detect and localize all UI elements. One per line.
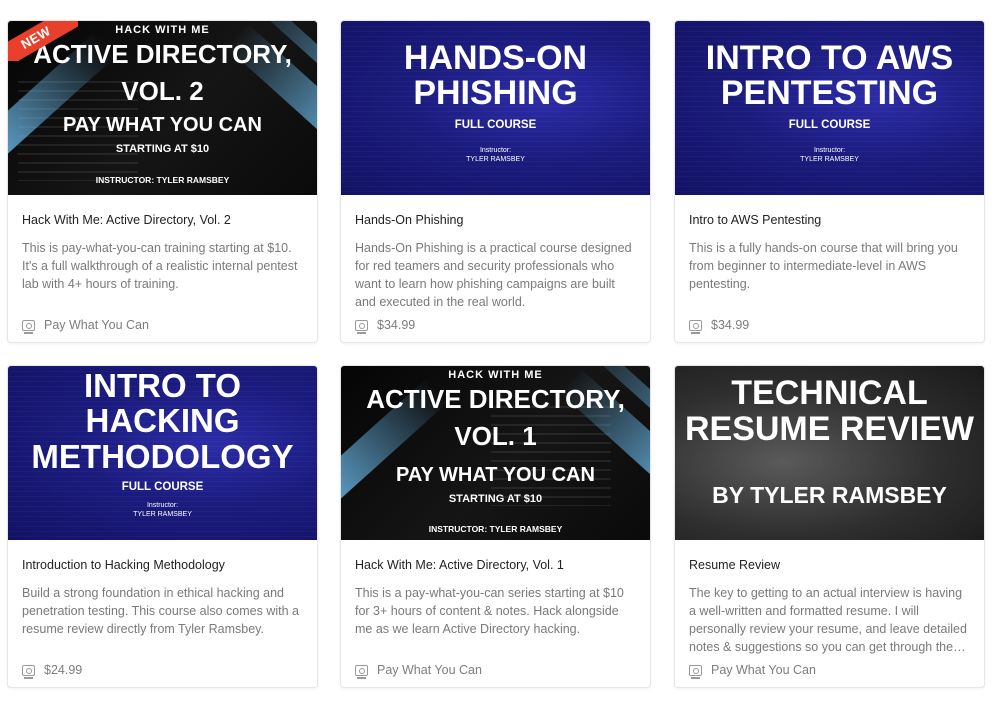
thumb-instructor: TYLER RAMSBEY xyxy=(466,156,525,163)
course-description: The key to getting to an actual intervie… xyxy=(689,586,967,654)
price-label: $34.99 xyxy=(711,318,750,332)
price-tag-icon xyxy=(689,664,702,679)
price-label: $34.99 xyxy=(377,318,416,332)
price-label: Pay What You Can xyxy=(711,663,816,677)
thumb-instructor-label: Instructor: xyxy=(479,147,512,154)
price-label: $24.99 xyxy=(44,663,83,677)
course-title[interactable]: Introduction to Hacking Methodology xyxy=(22,558,303,576)
course-card[interactable]: HACK WITH ME ACTIVE DIRECTORY, VOL. 1 PA… xyxy=(340,365,651,688)
thumb-instructor: TYLER RAMSBEY xyxy=(133,511,192,518)
course-card[interactable]: INTRO TO HACKING METHODOLOGY FULL COURSE… xyxy=(7,365,318,688)
thumb-title-line: ACTIVE DIRECTORY, xyxy=(366,384,625,414)
thumb-title-line: HACKING xyxy=(85,402,240,439)
thumb-instructor: INSTRUCTOR: TYLER RAMSBEY xyxy=(95,175,230,185)
course-description: This is a pay-what-you-can series starti… xyxy=(355,586,624,636)
thumb-byline: BY TYLER RAMSBEY xyxy=(712,482,947,508)
course-thumbnail: INTRO TO HACKING METHODOLOGY FULL COURSE… xyxy=(8,366,317,540)
thumb-subtitle: FULL COURSE xyxy=(788,119,871,131)
course-title[interactable]: Hack With Me: Active Directory, Vol. 1 xyxy=(355,558,636,576)
course-price: Pay What You Can xyxy=(22,318,149,334)
thumb-subtitle: FULL COURSE xyxy=(454,119,537,131)
price-tag-icon xyxy=(689,319,702,334)
course-title[interactable]: Resume Review xyxy=(689,558,970,576)
course-price: $34.99 xyxy=(689,318,750,334)
course-description: Hands-On Phishing is a practical course … xyxy=(355,241,632,309)
price-tag-icon xyxy=(355,319,368,334)
course-title[interactable]: Intro to AWS Pentesting xyxy=(689,213,970,231)
course-price: $24.99 xyxy=(22,663,83,679)
course-grid: HACK WITH ME ACTIVE DIRECTORY, VOL. 2 PA… xyxy=(7,20,985,688)
price-tag-icon xyxy=(22,664,35,679)
course-card[interactable]: TECHNICAL RESUME REVIEW BY TYLER RAMSBEY… xyxy=(674,365,985,688)
thumb-title-line: VOL. 1 xyxy=(454,421,537,451)
course-thumbnail: HACK WITH ME ACTIVE DIRECTORY, VOL. 2 PA… xyxy=(8,21,317,195)
course-price: Pay What You Can xyxy=(689,663,816,679)
course-title[interactable]: Hands-On Phishing xyxy=(355,213,636,231)
thumb-subtitle: PAY WHAT YOU CAN xyxy=(63,114,262,136)
course-thumbnail: TECHNICAL RESUME REVIEW BY TYLER RAMSBEY xyxy=(675,366,984,540)
price-tag-icon xyxy=(355,664,368,679)
course-card[interactable]: HANDS-ON PHISHING FULL COURSE Instructor… xyxy=(340,20,651,343)
thumb-title-line: PENTESTING xyxy=(720,74,939,112)
thumb-title-line: VOL. 2 xyxy=(121,76,204,106)
thumb-instructor-label: Instructor: xyxy=(146,502,179,509)
thumb-kicker: HACK WITH ME xyxy=(448,369,543,381)
thumb-title-line: TECHNICAL xyxy=(731,374,928,412)
thumb-instructor: TYLER RAMSBEY xyxy=(800,156,859,163)
course-card[interactable]: INTRO TO AWS PENTESTING FULL COURSE Inst… xyxy=(674,20,985,343)
thumb-subtitle: PAY WHAT YOU CAN xyxy=(396,464,595,486)
course-price: Pay What You Can xyxy=(355,663,482,679)
price-label: Pay What You Can xyxy=(44,318,149,332)
new-badge: NEW xyxy=(8,21,78,61)
price-label: Pay What You Can xyxy=(377,663,482,677)
thumb-title-line: INTRO TO AWS xyxy=(705,39,954,77)
course-description: This is a fully hands-on course that wil… xyxy=(689,241,958,291)
course-description: This is pay-what-you-can training starti… xyxy=(22,241,298,291)
course-price: $34.99 xyxy=(355,318,416,334)
course-title[interactable]: Hack With Me: Active Directory, Vol. 2 xyxy=(22,213,303,231)
thumb-price-note: STARTING AT $10 xyxy=(115,143,210,155)
thumb-instructor-label: Instructor: xyxy=(813,147,846,154)
course-card[interactable]: HACK WITH ME ACTIVE DIRECTORY, VOL. 2 PA… xyxy=(7,20,318,343)
course-description: Build a strong foundation in ethical hac… xyxy=(22,586,299,636)
course-thumbnail: HACK WITH ME ACTIVE DIRECTORY, VOL. 1 PA… xyxy=(341,366,650,540)
course-thumbnail: HANDS-ON PHISHING FULL COURSE Instructor… xyxy=(341,21,650,195)
thumb-subtitle: FULL COURSE xyxy=(121,481,204,493)
thumb-title-line: HANDS-ON xyxy=(403,39,588,77)
thumb-title-line: METHODOLOGY xyxy=(31,438,294,475)
price-tag-icon xyxy=(22,319,35,334)
thumb-title-line: PHISHING xyxy=(413,74,578,112)
thumb-title-line: RESUME REVIEW xyxy=(684,410,975,448)
thumb-price-note: STARTING AT $10 xyxy=(448,493,543,505)
thumb-title-line: INTRO TO xyxy=(83,367,242,404)
thumb-instructor: INSTRUCTOR: TYLER RAMSBEY xyxy=(428,524,563,534)
course-thumbnail: INTRO TO AWS PENTESTING FULL COURSE Inst… xyxy=(675,21,984,195)
